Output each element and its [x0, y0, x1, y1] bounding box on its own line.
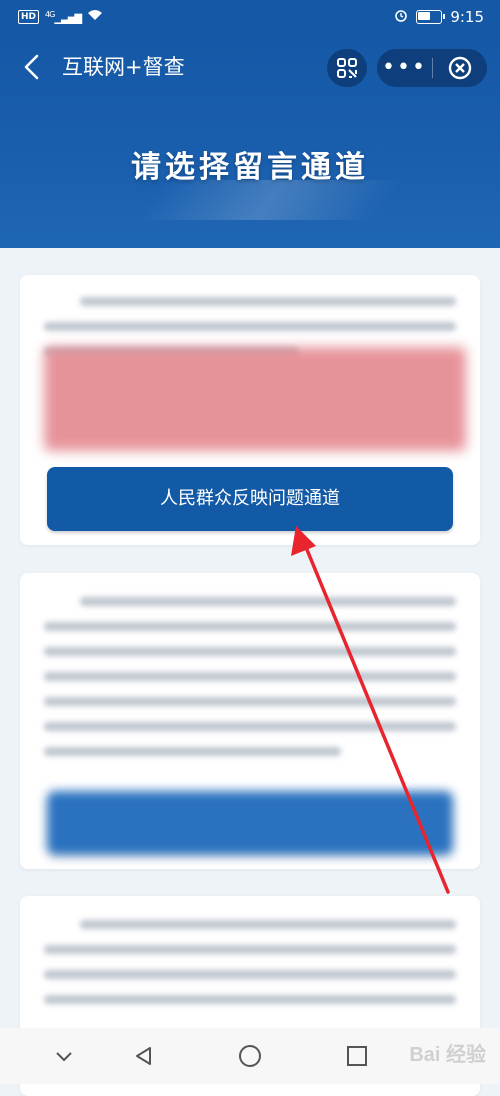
banner-title: 请选择留言通道: [131, 150, 369, 185]
channel-card-second: [20, 573, 480, 869]
banner-decoration: [135, 180, 405, 220]
channel-card-public: 人民群众反映问题通道: [20, 275, 480, 545]
public-feedback-channel-button[interactable]: 人民群众反映问题通道: [47, 467, 453, 531]
status-bar: HD 4G▁▃▅▇ 9:15: [0, 0, 500, 34]
back-triangle-icon[interactable]: [130, 1042, 158, 1070]
wifi-icon: [87, 9, 103, 25]
highlighted-text-blurred: [44, 347, 466, 451]
recents-square-icon[interactable]: [343, 1042, 371, 1070]
clock: 9:15: [450, 8, 484, 26]
second-channel-button-blurred[interactable]: [47, 791, 453, 855]
hd-badge: HD: [18, 10, 40, 24]
alarm-icon: [394, 8, 408, 26]
chevron-down-icon[interactable]: [50, 1042, 78, 1070]
more-options-icon[interactable]: •••: [377, 49, 432, 87]
blurred-description: [44, 597, 456, 772]
scan-code-icon[interactable]: [327, 49, 367, 87]
system-navigation-bar: Bai 经验: [0, 1028, 500, 1084]
miniapp-capsule: •••: [377, 49, 487, 87]
page-title: 互联网+督查: [62, 55, 185, 79]
back-icon[interactable]: [18, 52, 48, 82]
close-icon[interactable]: [433, 55, 487, 81]
network-type: 4G: [45, 9, 55, 19]
home-circle-icon[interactable]: [236, 1042, 264, 1070]
battery-fill: [418, 12, 431, 20]
battery-icon: [416, 10, 446, 24]
cellular-signal-icon: 4G▁▃▅▇: [45, 9, 82, 25]
watermark: Bai 经验: [409, 1044, 486, 1066]
header: 互联网+督查 ••• 请选择留言通道: [0, 34, 500, 248]
blurred-description: [44, 920, 456, 1020]
